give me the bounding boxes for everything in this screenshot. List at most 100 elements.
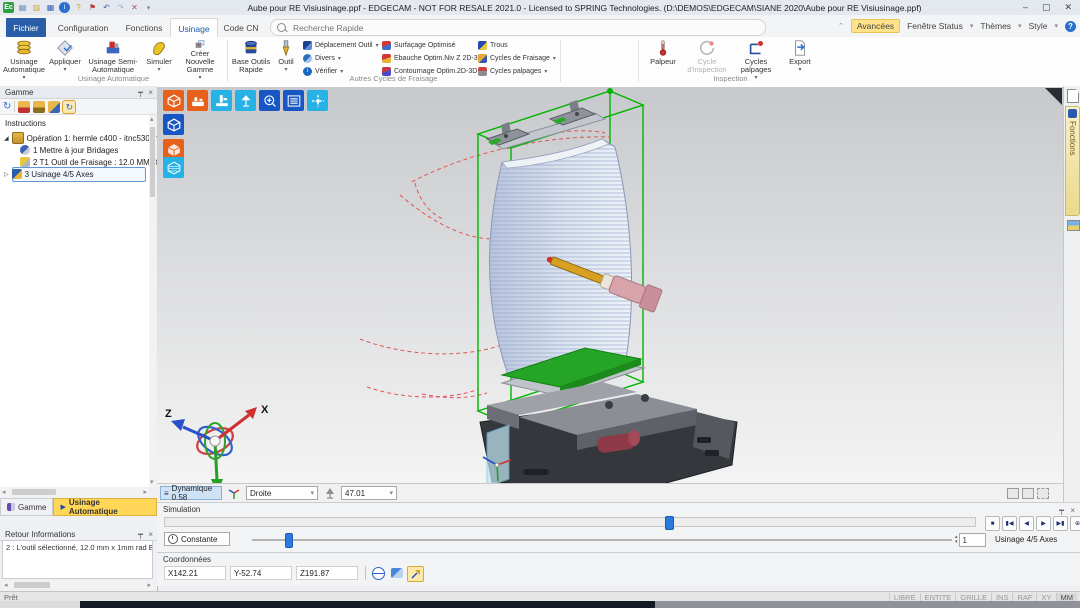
speed-slider-thumb[interactable]: [285, 533, 293, 548]
bottom-edge-strip: [0, 601, 1080, 608]
save-icon[interactable]: ▦: [45, 2, 56, 13]
zoom-view-icon[interactable]: [259, 90, 280, 111]
cycle-list-icon[interactable]: [48, 101, 60, 113]
tab-usinage-automatique-bottom[interactable]: ▶ Usinage Automatique: [53, 498, 157, 516]
stop-button[interactable]: ■: [985, 516, 1000, 531]
sequence-icon[interactable]: [18, 101, 30, 113]
machine-sim-icon[interactable]: [211, 90, 232, 111]
ebauche-optim-button[interactable]: Ebauche Optim.Niv Z 2D-3D: [382, 53, 483, 63]
view-select[interactable]: Droite ▾: [246, 486, 318, 500]
speed-slider-track[interactable]: [252, 539, 952, 541]
refresh-icon[interactable]: ↻: [3, 101, 11, 112]
tree-item-usinage-45-axes[interactable]: ▷ 3 Usinage 4/5 Axes: [4, 169, 94, 179]
tab-code-cn[interactable]: Code CN: [218, 18, 264, 37]
machine-bed-icon[interactable]: [187, 90, 208, 111]
gamme-toolbar: ↻ ↻: [0, 99, 157, 115]
solid-view-icon[interactable]: [163, 90, 184, 111]
go-to-start-button[interactable]: ▮◀: [1002, 516, 1017, 531]
delete-icon[interactable]: ✕: [129, 2, 140, 13]
world-coords-icon[interactable]: [371, 566, 386, 580]
minimize-button[interactable]: –: [1023, 2, 1028, 13]
help-select-icon[interactable]: ?: [73, 2, 84, 13]
split-view-icon[interactable]: [1022, 488, 1034, 499]
zoom-sim-button[interactable]: ⊕: [1070, 516, 1080, 531]
document-icon[interactable]: [1067, 89, 1079, 103]
cycles-fraisage-icon: [478, 54, 487, 63]
qat-more-icon[interactable]: ▾: [143, 2, 154, 13]
expanded-icon[interactable]: ◢: [4, 135, 9, 142]
help-icon[interactable]: ?: [1065, 21, 1076, 32]
step-spinner-value[interactable]: 1: [959, 533, 986, 547]
coordinate-z-field[interactable]: Z191.87: [296, 566, 358, 580]
new-file-icon[interactable]: ▤: [17, 2, 28, 13]
tab-fonctions[interactable]: Fonctions: [120, 18, 168, 37]
quick-search[interactable]: [270, 19, 766, 36]
deplacement-outil-button[interactable]: Déplacement Outil▾: [303, 40, 379, 50]
flag-icon[interactable]: ⚑: [87, 2, 98, 13]
menu-style[interactable]: Style: [1029, 21, 1048, 31]
gamme-tab-icon: [7, 503, 15, 511]
info-icon[interactable]: i: [59, 2, 70, 13]
redo-icon[interactable]: ↷: [115, 2, 126, 13]
instructions-tree[interactable]: Instructions ◢ Opération 1: hermle c400 …: [0, 115, 149, 487]
angle-combo[interactable]: 47.01 ▾: [341, 486, 397, 500]
menu-avancees[interactable]: Avancées: [851, 19, 900, 33]
viewport-corner-widget[interactable]: [1045, 88, 1062, 105]
tree-horizontal-scrollbar[interactable]: ◂ ▸: [0, 487, 149, 497]
viewport-3d[interactable]: X Z Y: [157, 86, 1063, 484]
constante-button[interactable]: Constante: [164, 532, 230, 546]
usinage-45-axes-icon: [12, 169, 22, 179]
cycles-fraisage-button[interactable]: Cycles de Fraisage▾: [478, 53, 556, 63]
coordinates-panel: Coordonnées X142.21 Y-52.74 Z191.87: [157, 552, 1080, 586]
list-view-icon[interactable]: [283, 90, 304, 111]
usinage-automatique-icon: [14, 39, 34, 57]
simulation-progress-thumb[interactable]: [665, 516, 674, 530]
outil-icon: [276, 39, 296, 57]
surfacage-optimise-button[interactable]: Surfaçage Optimisé: [382, 40, 483, 50]
tab-gamme-bottom[interactable]: Gamme: [0, 498, 53, 516]
maximize-button[interactable]: ▢: [1042, 2, 1051, 13]
single-view-icon[interactable]: [1007, 488, 1019, 499]
tab-fonctions-vertical[interactable]: Fonctions: [1065, 106, 1080, 216]
milestone-icon[interactable]: [33, 101, 45, 113]
tab-fichier[interactable]: Fichier: [6, 18, 46, 37]
tab-usinage[interactable]: Usinage: [170, 18, 218, 38]
pin-icon[interactable]: ┯: [138, 86, 143, 99]
go-to-end-button[interactable]: ▶▮: [1053, 516, 1068, 531]
close-button[interactable]: ✕: [1064, 2, 1072, 13]
tree-vertical-scrollbar[interactable]: ▴ ▾: [149, 115, 156, 487]
coordinate-x-field[interactable]: X142.21: [164, 566, 226, 580]
screen-coords-icon[interactable]: [389, 566, 404, 580]
lamp-icon[interactable]: [235, 90, 256, 111]
auto-refresh-icon[interactable]: ↻: [63, 101, 75, 113]
axes-cross-icon[interactable]: [307, 90, 328, 111]
divers-button[interactable]: Divers▾: [303, 53, 379, 63]
simulation-progress-track[interactable]: [164, 517, 976, 527]
chevron-down-icon: ▾: [1054, 22, 1058, 30]
collapsed-icon[interactable]: ▷: [4, 171, 9, 178]
window-icon[interactable]: [1067, 220, 1080, 231]
surfacage-optimise-icon: [382, 41, 391, 50]
close-icon[interactable]: ×: [148, 86, 153, 99]
play-button[interactable]: ▶: [1036, 516, 1051, 531]
open-file-icon[interactable]: ▨: [31, 2, 42, 13]
wire-cube-icon[interactable]: [163, 157, 184, 178]
menu-themes[interactable]: Thèmes: [980, 21, 1011, 31]
expand-view-icon[interactable]: [1037, 488, 1049, 499]
shaded-cube-icon[interactable]: [163, 114, 184, 135]
coordinate-y-field[interactable]: Y-52.74: [230, 566, 292, 580]
menu-fenetre-status[interactable]: Fenêtre Status: [907, 21, 963, 31]
cycles-palpages-large-icon: [746, 39, 766, 57]
feedback-horizontal-scrollbar[interactable]: ◂ ▸: [2, 580, 153, 590]
search-input[interactable]: [291, 22, 495, 34]
tree-item-bridages[interactable]: 1 Mettre à jour Bridages: [20, 145, 118, 155]
collapse-ribbon-icon[interactable]: ⌃: [838, 22, 844, 30]
tab-configuration[interactable]: Configuration: [48, 18, 118, 37]
play-backward-button[interactable]: ◀: [1019, 516, 1034, 531]
dynamique-button[interactable]: ≡ Dynamique 0.58: [160, 486, 222, 500]
trous-button[interactable]: Trous: [478, 40, 556, 50]
undo-icon[interactable]: ↶: [101, 2, 112, 13]
step-spinner[interactable]: ▴▾ 1: [955, 533, 986, 547]
dynamic-coords-icon[interactable]: [407, 566, 424, 582]
gamme-panel: Gamme ┯ × ↻ ↻ Instructions ◢ Opération 1…: [0, 86, 158, 600]
